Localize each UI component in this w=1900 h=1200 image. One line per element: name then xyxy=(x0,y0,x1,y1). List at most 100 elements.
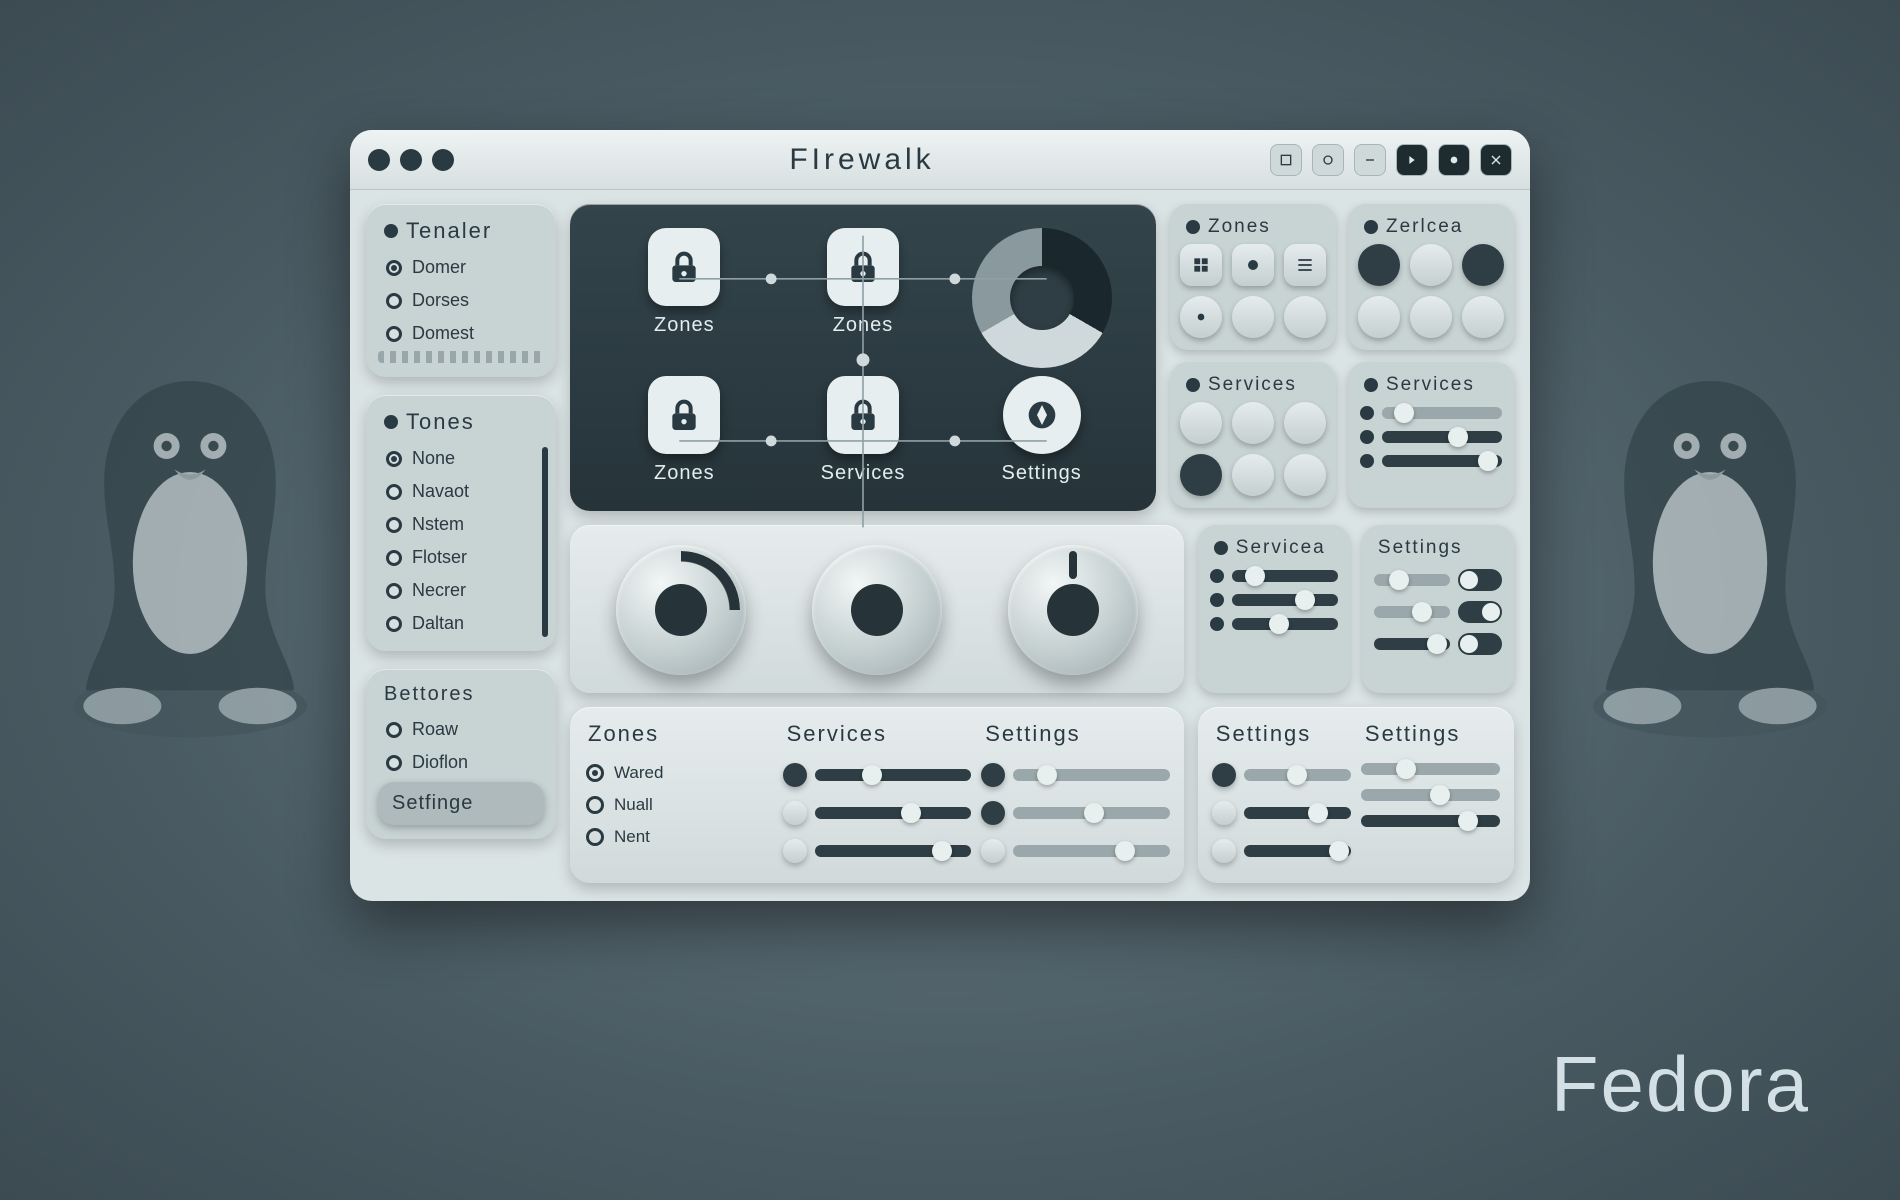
toggle-switch[interactable] xyxy=(1458,633,1502,655)
slider[interactable] xyxy=(1374,606,1450,618)
toggle-dot[interactable] xyxy=(783,763,807,787)
slider[interactable] xyxy=(815,769,972,781)
grid-button[interactable] xyxy=(1284,402,1326,444)
grid-button[interactable] xyxy=(1180,402,1222,444)
sidebar-item[interactable]: None xyxy=(382,445,540,472)
zone-tile[interactable]: Zones xyxy=(600,376,769,485)
slider[interactable] xyxy=(1232,618,1338,630)
sidebar-item[interactable]: Dorses xyxy=(382,287,540,314)
slider[interactable] xyxy=(1013,769,1170,781)
sidebar-settings-button[interactable]: Setfinge xyxy=(378,782,544,825)
sidebar-item[interactable]: Domer xyxy=(382,254,540,281)
toggle-dot[interactable] xyxy=(783,801,807,825)
donut-chart-icon xyxy=(972,228,1112,368)
slider[interactable] xyxy=(1374,574,1450,586)
dial-knob[interactable] xyxy=(616,545,746,675)
slider[interactable] xyxy=(1361,763,1500,775)
sidebar-item[interactable]: Dioflon xyxy=(382,749,540,776)
bottom-right-panel: Settings Settings xyxy=(1198,707,1514,883)
app-window: FIrewalk Tenaler Domer Dorses Domest xyxy=(350,130,1530,901)
traffic-min-icon[interactable] xyxy=(400,149,422,171)
slider[interactable] xyxy=(815,845,972,857)
lock-icon xyxy=(827,228,899,306)
grid-button[interactable] xyxy=(1180,244,1222,286)
grid-button[interactable] xyxy=(1410,244,1452,286)
titlebar-button-3[interactable] xyxy=(1354,144,1386,176)
toggle-switch[interactable] xyxy=(1458,601,1502,623)
slider[interactable] xyxy=(1374,638,1450,650)
lock-icon xyxy=(648,376,720,454)
grid-button[interactable] xyxy=(1284,244,1326,286)
grid-button[interactable] xyxy=(1284,296,1326,338)
toggle-dot[interactable] xyxy=(981,839,1005,863)
sidebar-item[interactable]: Nstem xyxy=(382,511,540,538)
window-title: FIrewalk xyxy=(454,143,1270,177)
titlebar-button-6[interactable] xyxy=(1480,144,1512,176)
slider[interactable] xyxy=(1244,845,1351,857)
grid-button[interactable] xyxy=(1180,296,1222,338)
grid-button[interactable] xyxy=(1358,244,1400,286)
slider[interactable] xyxy=(1244,807,1351,819)
toggle-dot[interactable] xyxy=(981,763,1005,787)
lock-icon xyxy=(648,228,720,306)
list-item[interactable]: Wared xyxy=(586,763,771,783)
slider[interactable] xyxy=(1361,789,1500,801)
sidebar-item[interactable]: Flotser xyxy=(382,544,540,571)
traffic-max-icon[interactable] xyxy=(432,149,454,171)
sidebar-panel-3: Bettores Roaw Dioflon Setfinge xyxy=(366,669,556,839)
sidebar-panel-2: Tones None Navaot Nstem Flotser Necrer D… xyxy=(366,395,556,651)
sidebar-panel-2-title: Tones xyxy=(406,409,475,435)
sidebar-item[interactable]: Necrer xyxy=(382,577,540,604)
grid-button[interactable] xyxy=(1358,296,1400,338)
scrollbar[interactable] xyxy=(542,447,548,637)
lock-icon xyxy=(827,376,899,454)
mini-panel-services-2: Services xyxy=(1348,362,1514,508)
grid-button[interactable] xyxy=(1180,454,1222,496)
settings-tile[interactable]: Settings xyxy=(957,376,1126,485)
grid-button[interactable] xyxy=(1410,296,1452,338)
slider[interactable] xyxy=(1361,815,1500,827)
mini-panel-zerlcea: Zerlcea xyxy=(1348,204,1514,350)
titlebar: FIrewalk xyxy=(350,130,1530,190)
toggle-dot[interactable] xyxy=(1212,839,1236,863)
grid-button[interactable] xyxy=(1232,454,1274,496)
titlebar-button-5[interactable] xyxy=(1438,144,1470,176)
penguin-right-decor xyxy=(1580,340,1840,760)
grid-button[interactable] xyxy=(1462,296,1504,338)
sidebar-panel-1-title: Tenaler xyxy=(406,218,492,244)
slider[interactable] xyxy=(1244,769,1351,781)
dial-knob[interactable] xyxy=(812,545,942,675)
list-item[interactable]: Nuall xyxy=(586,795,771,815)
slider[interactable] xyxy=(1013,845,1170,857)
knob-panel xyxy=(570,525,1184,693)
zone-tile[interactable]: Zones xyxy=(779,228,948,368)
slider[interactable] xyxy=(1232,594,1338,606)
zone-donut-chart[interactable] xyxy=(957,228,1126,368)
toggle-dot[interactable] xyxy=(981,801,1005,825)
services-tile[interactable]: Services xyxy=(779,376,948,485)
grid-button[interactable] xyxy=(1232,244,1274,286)
list-item[interactable]: Nent xyxy=(586,827,771,847)
toggle-dot[interactable] xyxy=(1212,763,1236,787)
sidebar-item[interactable]: Roaw xyxy=(382,716,540,743)
toggle-dot[interactable] xyxy=(783,839,807,863)
grid-button[interactable] xyxy=(1232,296,1274,338)
dial-knob[interactable] xyxy=(1008,545,1138,675)
zone-tile[interactable]: Zones xyxy=(600,228,769,368)
toggle-switch[interactable] xyxy=(1458,569,1502,591)
slider[interactable] xyxy=(1013,807,1170,819)
sidebar-item[interactable]: Daltan xyxy=(382,610,540,637)
titlebar-button-2[interactable] xyxy=(1312,144,1344,176)
toggle-dot[interactable] xyxy=(1212,801,1236,825)
grid-button[interactable] xyxy=(1462,244,1504,286)
desktop-brand: Fedora xyxy=(1551,1039,1810,1130)
grid-button[interactable] xyxy=(1284,454,1326,496)
titlebar-button-4[interactable] xyxy=(1396,144,1428,176)
sidebar-item[interactable]: Navaot xyxy=(382,478,540,505)
slider[interactable] xyxy=(815,807,972,819)
sidebar-item[interactable]: Domest xyxy=(382,320,540,347)
titlebar-button-1[interactable] xyxy=(1270,144,1302,176)
traffic-close-icon[interactable] xyxy=(368,149,390,171)
grid-button[interactable] xyxy=(1232,402,1274,444)
slider[interactable] xyxy=(1232,570,1338,582)
